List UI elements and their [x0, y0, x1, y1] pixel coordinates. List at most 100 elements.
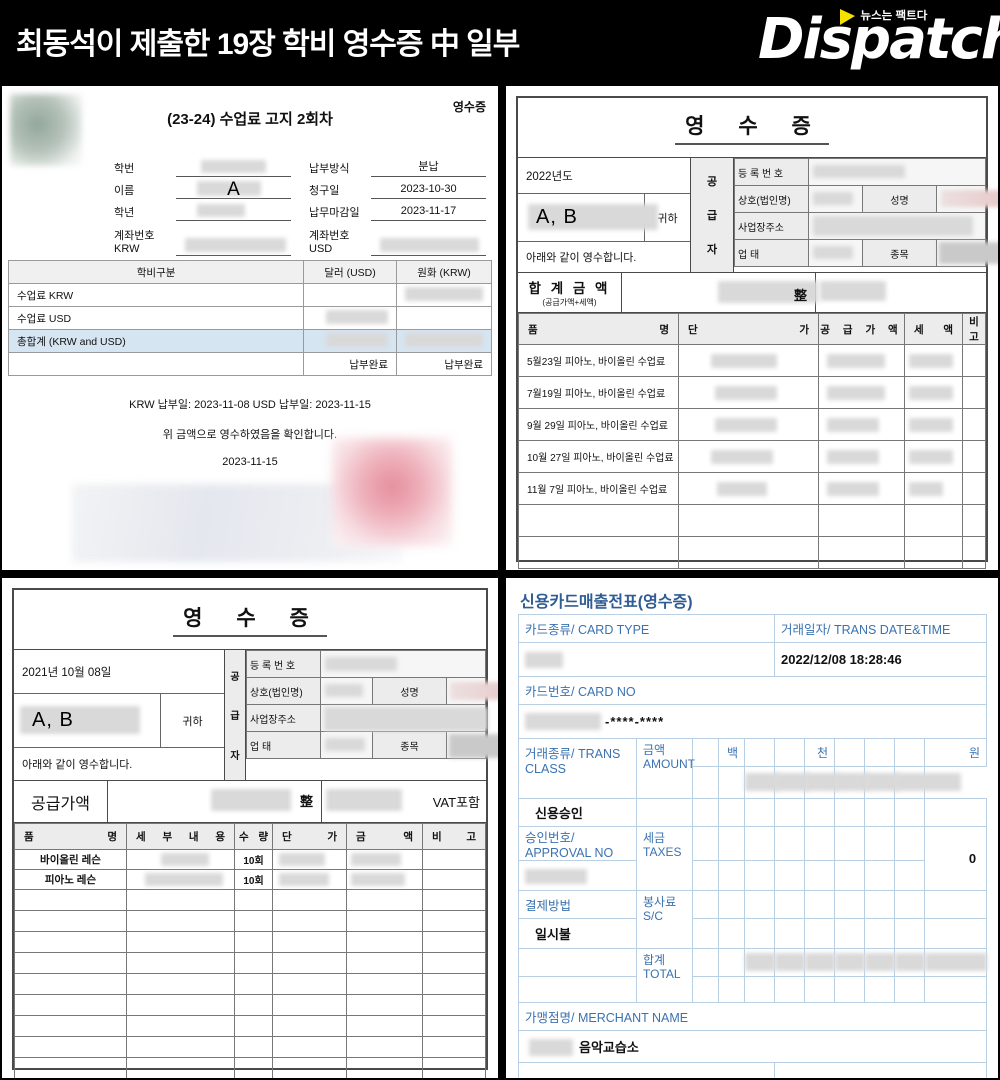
school-logo-redacted — [10, 94, 82, 166]
slip-row-merchant-label: 가맹점명/ MERCHANT NAME — [517, 1002, 988, 1031]
payer-block: 2022년도 A, B 귀하 아래와 같이 영수합니다. — [518, 158, 690, 272]
slip-row-footer — [518, 1062, 988, 1078]
unit-cell — [834, 738, 865, 767]
card-type-value — [518, 642, 775, 677]
card-type-label: 카드종류/ CARD TYPE — [518, 614, 775, 643]
th-note: 비 고 — [962, 313, 986, 345]
slip-row-transclass-units: 거래종류/ TRANS CLASS 금액 AMOUNT 백 천 원 — [518, 738, 988, 799]
table-row: 7월19일 피아노, 바이올린 수업료 — [518, 376, 986, 409]
unit-cell — [864, 738, 895, 767]
vat-included-text: VAT포함 — [432, 795, 480, 810]
receipt-image-2021: 영 수 증 영 수 증 2021년 10월 08일 A, B 귀하 아래와 같이… — [2, 578, 498, 1078]
receipt-frame-2021: 영 수 증 2021년 10월 08일 A, B 귀하 아래와 같이 영수합니다… — [12, 588, 498, 1078]
trans-date-value: 2022/12/08 18:28:46 — [773, 642, 988, 677]
table-row-total: 총합계 (KRW and USD) — [7, 329, 493, 353]
merchant-value: 음악교습소 — [517, 1030, 988, 1063]
slip-row-trans-value: 신용승인 — [518, 798, 988, 827]
slip-row-total-blank: 합계 TOTAL — [518, 948, 988, 1003]
th-note: 비고 — [422, 823, 486, 850]
th-unit-price: 단가 — [272, 823, 347, 850]
th-supply-amount: 공 급 가 액 — [818, 313, 905, 345]
supplier-info-table: 등 록 번 호 상호(법인명) 성명 사업장주소 업 태 종목 — [246, 650, 498, 780]
item-header-row: 품명 세부내용 수량 단가 금액 비고 — [14, 823, 486, 850]
th-qty: 수량 — [234, 823, 273, 850]
table-row — [14, 973, 486, 995]
supplier-info-table: 등 록 번 호 상호(법인명) 성명 사업장주소 업 태 종목 — [734, 158, 998, 272]
payer-row: A, B 귀하 — [14, 694, 224, 748]
item-table-2022: 품명 단가 공 급 가 액 세액 비 고 5월23일 피아노, 바이올린 수업료 — [518, 313, 986, 569]
logo-wordmark: Dispatch — [758, 7, 1000, 72]
honorific: 귀하 — [160, 694, 224, 747]
table-row — [518, 536, 986, 569]
slip-row-approval-label: 승인번호/ APPROVAL NO 세금 TAXES 0 — [518, 826, 988, 891]
receipt-top-block: 2022년도 A, B 귀하 아래와 같이 영수합니다. 공급자 등 록 번 호… — [518, 158, 998, 273]
page-header: 최동석이 제출한 19장 학비 영수증 中 일부 뉴스는 팩트다 Dispatc… — [0, 0, 1000, 82]
th-item-name: 품명 — [14, 823, 127, 850]
th-category: 학비구분 — [7, 260, 305, 284]
tuition-title: (23-24) 수업료 고지 2회차 — [167, 111, 333, 128]
screenshot-root: 최동석이 제출한 19장 학비 영수증 中 일부 뉴스는 팩트다 Dispatc… — [0, 0, 1000, 1080]
slip-row-cardno-label: 카드번호/ CARD NO — [517, 676, 988, 705]
slip-row-labels-cardtype: 카드종류/ CARD TYPE 거래일자/ TRANS DATE&TIME — [518, 614, 988, 643]
total-amount-row: 합 계 금 액 (공급가액+세액) 整 — [518, 273, 986, 313]
table-row — [14, 889, 486, 911]
table-row — [14, 931, 486, 953]
field-grade: 학년 — [114, 202, 291, 221]
red-seal-stamp-redacted — [332, 438, 452, 546]
receipt-image-tuition-notice: 영수증 (23-24) 수업료 고지 2회차 학번 이름 A 학년 계좌번호 K… — [2, 86, 498, 570]
th-unit-price: 단가 — [678, 313, 819, 345]
approval-label: 승인번호/ APPROVAL NO — [518, 826, 637, 861]
field-account-krw: 계좌번호 KRW — [114, 224, 291, 256]
table-row: 5월23일 피아노, 바이올린 수업료 — [518, 344, 986, 377]
table-row: 납부완료 납부완료 — [7, 352, 493, 376]
card-no-label: 카드번호/ CARD NO — [517, 676, 988, 705]
unit-cell-won: 원 — [923, 738, 988, 767]
receipt-frame-2022: 영 수 증 2022년도 A, B 귀하 아래와 같이 영수합니다. 공급자 등… — [516, 96, 998, 569]
slip-row-paymethod-value: 일시불 — [518, 918, 988, 949]
slip-title: 신용카드매출전표(영수증) — [520, 594, 693, 611]
amount-label: 금액 AMOUNT — [636, 738, 695, 799]
dispatch-logo: 뉴스는 팩트다 Dispatch — [758, 2, 1000, 76]
supplier-row-regno: 등 록 번 호 — [734, 158, 986, 186]
receipt-top-block: 2021년 10월 08일 A, B 귀하 아래와 같이 영수합니다. 공급자 — [14, 650, 498, 781]
th-detail: 세부내용 — [126, 823, 235, 850]
tuition-field-block: 학번 이름 A 학년 계좌번호 KRW 납부방식 분납 청구일 2023-10-… — [114, 158, 486, 259]
table-row — [14, 994, 486, 1016]
slip-row-approval-value — [518, 860, 987, 891]
receipt-date: 2021년 10월 08일 — [14, 650, 224, 694]
th-krw: 원화 (KRW) — [395, 260, 493, 284]
supplier-row-address: 사업장주소 — [734, 212, 986, 240]
trans-class-value: 신용승인 — [518, 798, 637, 827]
supplier-row-company: 상호(법인명) 성명 — [734, 185, 998, 213]
th-item-name: 품명 — [518, 313, 679, 345]
supply-amount-row: 공급가액 整 VAT포함 — [14, 781, 486, 823]
payer-row: A, B 귀하 — [518, 194, 690, 242]
tuition-table: 학비구분 달러 (USD) 원화 (KRW) 수업료 KRW 수업료 USD 총… — [7, 260, 493, 376]
unit-cell — [894, 738, 925, 767]
trans-date-label: 거래일자/ TRANS DATE&TIME — [773, 614, 988, 643]
supplier-row-business: 업 태 종목 — [734, 239, 998, 267]
unit-cell — [744, 738, 775, 767]
receipt-title-bar: 영 수 증 — [518, 98, 986, 158]
table-header-row: 학비구분 달러 (USD) 원화 (KRW) — [7, 260, 493, 284]
slip-row-cardno-value: -****-**** — [517, 704, 988, 739]
table-row: 수업료 KRW — [7, 283, 493, 307]
unit-cell-baek: 백 — [718, 738, 745, 767]
credit-card-slip: 신용카드매출전표(영수증) 카드종류/ CARD TYPE 거래일자/ TRAN… — [506, 578, 998, 1078]
total-label: 합 계 금 액 — [528, 281, 611, 296]
slip-row-total-blank2 — [518, 976, 988, 1003]
supplier-row-address: 사업장주소 — [246, 704, 488, 732]
receipt-year: 2022년도 — [518, 158, 690, 194]
field-due-date: 납무마감일 2023-11-17 — [309, 202, 486, 221]
total-label: 합계 TOTAL — [636, 948, 693, 1003]
field-student-id: 학번 — [114, 158, 291, 177]
pay-method-value: 일시불 — [518, 918, 637, 949]
payer-block: 2021년 10월 08일 A, B 귀하 아래와 같이 영수합니다. — [14, 650, 224, 780]
payer-name: A, B — [536, 206, 578, 228]
table-row — [518, 504, 986, 537]
table-row: 10월 27일 피아노, 바이올린 수업료 — [518, 440, 986, 473]
th-amount: 금액 — [346, 823, 423, 850]
table-row — [14, 910, 486, 932]
payer-name: A, B — [32, 709, 74, 731]
supplier-row-business: 업 태 종목 — [246, 731, 498, 759]
